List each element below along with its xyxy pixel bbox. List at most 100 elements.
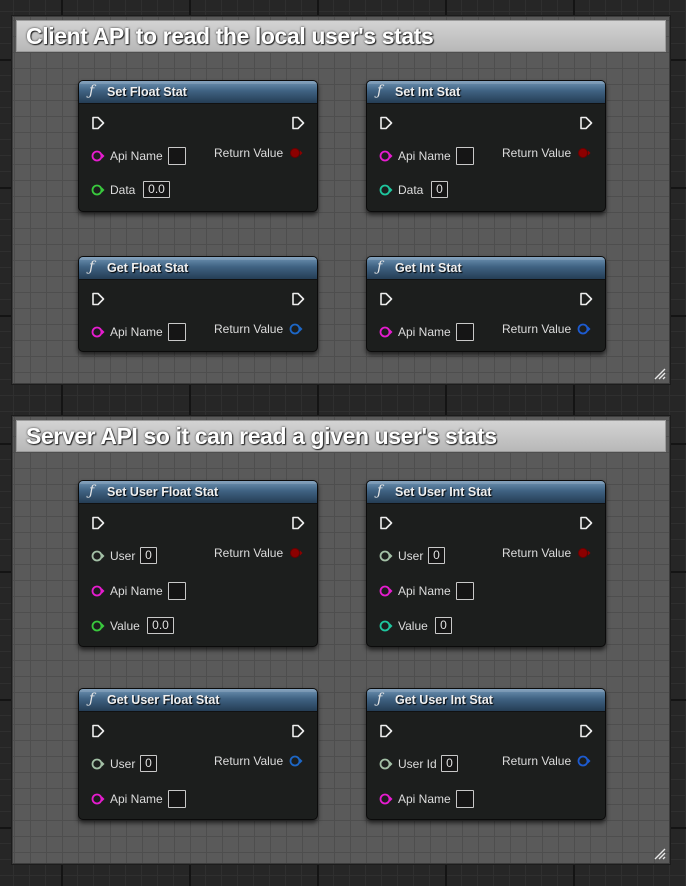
- node-get-float-stat[interactable]: ƒ Get Float Stat Api Name Return Value: [78, 256, 318, 352]
- return-pin-icon[interactable]: [577, 547, 591, 559]
- int-pin-icon[interactable]: [379, 184, 393, 196]
- float-pin-icon[interactable]: [91, 620, 105, 632]
- node-header[interactable]: ƒ Get User Float Stat: [79, 689, 317, 712]
- comment-title[interactable]: Server API so it can read a given user's…: [16, 420, 666, 452]
- pin-label: Api Name: [110, 792, 163, 806]
- pin-label: User: [398, 549, 424, 563]
- value-input[interactable]: 0.0: [147, 617, 174, 634]
- node-title: Set Float Stat: [107, 85, 187, 99]
- pin-label: User: [110, 757, 136, 771]
- exec-in-icon[interactable]: [379, 116, 393, 130]
- user-input[interactable]: 0: [140, 755, 157, 772]
- string-pin-icon[interactable]: [91, 585, 105, 597]
- api-name-input[interactable]: [168, 323, 186, 341]
- api-name-input[interactable]: [456, 582, 474, 600]
- user-pin-icon[interactable]: [379, 758, 393, 770]
- exec-out-icon[interactable]: [579, 292, 593, 306]
- user-pin-icon[interactable]: [91, 758, 105, 770]
- exec-in-icon[interactable]: [379, 516, 393, 530]
- exec-out-icon[interactable]: [579, 116, 593, 130]
- node-header[interactable]: ƒ Get Int Stat: [367, 257, 605, 280]
- node-get-int-stat[interactable]: ƒ Get Int Stat Api Name Return Value: [366, 256, 606, 352]
- pin-label: Api Name: [398, 792, 451, 806]
- return-pin-icon[interactable]: [289, 147, 303, 159]
- node-header[interactable]: ƒ Set User Int Stat: [367, 481, 605, 504]
- exec-in-icon[interactable]: [379, 724, 393, 738]
- node-title: Get Float Stat: [107, 261, 189, 275]
- string-pin-icon[interactable]: [379, 585, 393, 597]
- exec-in-icon[interactable]: [379, 292, 393, 306]
- return-value-label: Return Value: [214, 754, 284, 768]
- int-pin-icon[interactable]: [379, 620, 393, 632]
- function-icon: ƒ: [377, 83, 383, 99]
- user-pin-icon[interactable]: [379, 550, 393, 562]
- api-name-input[interactable]: [168, 582, 186, 600]
- api-name-input[interactable]: [168, 147, 186, 165]
- exec-in-icon[interactable]: [91, 724, 105, 738]
- resize-grip-icon[interactable]: [652, 846, 666, 860]
- return-value-label: Return Value: [214, 322, 284, 336]
- node-title: Get Int Stat: [395, 261, 462, 275]
- float-pin-icon[interactable]: [91, 184, 105, 196]
- api-name-input[interactable]: [168, 790, 186, 808]
- exec-out-icon[interactable]: [291, 516, 305, 530]
- node-set-user-int-stat[interactable]: ƒ Set User Int Stat User 0 Return Value …: [366, 480, 606, 647]
- user-pin-icon[interactable]: [91, 550, 105, 562]
- return-pin-icon[interactable]: [577, 755, 591, 767]
- string-pin-icon[interactable]: [91, 793, 105, 805]
- pin-label: User: [110, 549, 136, 563]
- pin-label: Data: [398, 183, 424, 197]
- pin-label: Value: [110, 619, 140, 633]
- node-get-user-float-stat[interactable]: ƒ Get User Float Stat User 0 Return Valu…: [78, 688, 318, 820]
- comment-title[interactable]: Client API to read the local user's stat…: [16, 20, 666, 52]
- return-pin-icon[interactable]: [289, 755, 303, 767]
- return-pin-icon[interactable]: [577, 147, 591, 159]
- node-get-user-int-stat[interactable]: ƒ Get User Int Stat User Id 0 Return Val…: [366, 688, 606, 820]
- data-input[interactable]: 0: [431, 181, 448, 198]
- value-input[interactable]: 0: [435, 617, 452, 634]
- return-pin-icon[interactable]: [289, 547, 303, 559]
- string-pin-icon[interactable]: [91, 326, 105, 338]
- user-id-input[interactable]: 0: [441, 755, 458, 772]
- exec-out-icon[interactable]: [579, 516, 593, 530]
- data-input[interactable]: 0.0: [143, 181, 170, 198]
- return-pin-icon[interactable]: [577, 323, 591, 335]
- node-header[interactable]: ƒ Set Float Stat: [79, 81, 317, 104]
- string-pin-icon[interactable]: [91, 150, 105, 162]
- exec-in-icon[interactable]: [91, 516, 105, 530]
- node-set-int-stat[interactable]: ƒ Set Int Stat Api Name Return Value Dat…: [366, 80, 606, 212]
- user-input[interactable]: 0: [428, 547, 445, 564]
- node-header[interactable]: ƒ Set Int Stat: [367, 81, 605, 104]
- node-header[interactable]: ƒ Get Float Stat: [79, 257, 317, 280]
- string-pin-icon[interactable]: [379, 326, 393, 338]
- function-icon: ƒ: [89, 83, 95, 99]
- node-title: Set Int Stat: [395, 85, 461, 99]
- return-value-label: Return Value: [502, 546, 572, 560]
- return-pin-icon[interactable]: [289, 323, 303, 335]
- exec-in-icon[interactable]: [91, 292, 105, 306]
- return-value-label: Return Value: [214, 146, 284, 160]
- exec-out-icon[interactable]: [291, 724, 305, 738]
- string-pin-icon[interactable]: [379, 793, 393, 805]
- node-set-user-float-stat[interactable]: ƒ Set User Float Stat User 0 Return Valu…: [78, 480, 318, 647]
- api-name-input[interactable]: [456, 790, 474, 808]
- node-header[interactable]: ƒ Set User Float Stat: [79, 481, 317, 504]
- pin-label: Api Name: [110, 584, 163, 598]
- function-icon: ƒ: [89, 483, 95, 499]
- exec-out-icon[interactable]: [291, 292, 305, 306]
- user-input[interactable]: 0: [140, 547, 157, 564]
- node-set-float-stat[interactable]: ƒ Set Float Stat Api Name Return Value D…: [78, 80, 318, 212]
- exec-out-icon[interactable]: [579, 724, 593, 738]
- return-value-label: Return Value: [214, 546, 284, 560]
- pin-label: Api Name: [110, 325, 163, 339]
- exec-in-icon[interactable]: [91, 116, 105, 130]
- api-name-input[interactable]: [456, 323, 474, 341]
- node-title: Set User Int Stat: [395, 485, 492, 499]
- api-name-input[interactable]: [456, 147, 474, 165]
- function-icon: ƒ: [377, 483, 383, 499]
- node-title: Get User Int Stat: [395, 693, 493, 707]
- string-pin-icon[interactable]: [379, 150, 393, 162]
- resize-grip-icon[interactable]: [652, 366, 666, 380]
- node-header[interactable]: ƒ Get User Int Stat: [367, 689, 605, 712]
- exec-out-icon[interactable]: [291, 116, 305, 130]
